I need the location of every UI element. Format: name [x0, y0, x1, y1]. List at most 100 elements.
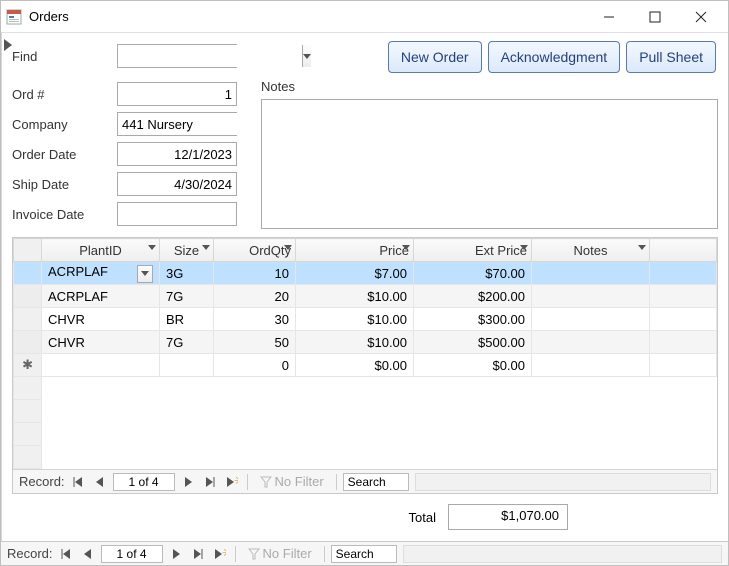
cell-notes[interactable] [532, 262, 650, 285]
cell-plantid[interactable] [42, 354, 160, 377]
col-plantid[interactable]: PlantID [42, 239, 160, 262]
order-date-input[interactable] [117, 142, 237, 166]
nav-first-button[interactable] [69, 473, 87, 491]
table-row[interactable]: ACRPLAF 3G 10 $7.00 $70.00 [14, 262, 717, 285]
total-label: Total [409, 510, 436, 525]
chevron-down-icon [638, 245, 646, 250]
ship-date-label: Ship Date [12, 177, 117, 192]
select-all-header[interactable] [14, 239, 42, 262]
nav-last-button[interactable] [189, 545, 207, 563]
cell-price[interactable]: $10.00 [296, 331, 414, 354]
nav-filter[interactable]: No Filter [254, 474, 330, 489]
row-selector[interactable] [14, 308, 42, 331]
nav-next-button[interactable] [167, 545, 185, 563]
window-title: Orders [29, 9, 69, 24]
ship-date-input[interactable] [117, 172, 237, 196]
cell-extprice[interactable]: $0.00 [414, 354, 532, 377]
filter-icon [248, 548, 260, 560]
nav-new-button[interactable]: ✳ [211, 545, 229, 563]
company-combo[interactable] [117, 112, 237, 136]
cell-notes[interactable] [532, 285, 650, 308]
nav-prev-button[interactable] [79, 545, 97, 563]
nav-new-button[interactable]: ✳ [223, 473, 241, 491]
new-row[interactable]: ✱ 0 $0.00 $0.00 [14, 354, 717, 377]
close-button[interactable] [678, 2, 724, 32]
order-lines-grid: PlantID Size OrdQty Price Ext Price Note… [12, 237, 718, 494]
row-selector[interactable] [14, 285, 42, 308]
nav-next-button[interactable] [179, 473, 197, 491]
chevron-down-icon [520, 245, 528, 250]
table-row[interactable]: ACRPLAF 7G 20 $10.00 $200.00 [14, 285, 717, 308]
find-combo[interactable] [117, 44, 237, 68]
col-notes[interactable]: Notes [532, 239, 650, 262]
cell-ordqty[interactable]: 20 [214, 285, 296, 308]
maximize-button[interactable] [632, 2, 678, 32]
acknowledgment-button[interactable]: Acknowledgment [488, 41, 621, 73]
nav-label: Record: [19, 474, 65, 489]
plantid-dropdown-button[interactable] [137, 265, 153, 283]
row-selector[interactable] [14, 262, 42, 285]
cell-extprice[interactable]: $300.00 [414, 308, 532, 331]
form-icon [5, 8, 23, 26]
notes-textarea[interactable] [261, 99, 718, 229]
col-size[interactable]: Size [160, 239, 214, 262]
cell-price[interactable]: $10.00 [296, 285, 414, 308]
nav-position[interactable] [113, 473, 175, 491]
cell-price[interactable]: $10.00 [296, 308, 414, 331]
cell-plantid[interactable]: ACRPLAF [42, 285, 160, 308]
cell-price[interactable]: $7.00 [296, 262, 414, 285]
ord-label: Ord # [12, 87, 117, 102]
minimize-button[interactable] [586, 2, 632, 32]
nav-position[interactable] [101, 545, 163, 563]
cell-notes[interactable] [532, 308, 650, 331]
col-ordqty[interactable]: OrdQty [214, 239, 296, 262]
nav-filter[interactable]: No Filter [242, 546, 318, 561]
chevron-down-icon [148, 245, 156, 250]
cell-size[interactable]: 7G [160, 331, 214, 354]
cell-price[interactable]: $0.00 [296, 354, 414, 377]
nav-prev-button[interactable] [91, 473, 109, 491]
cell-plantid[interactable]: CHVR [42, 331, 160, 354]
cell-extprice[interactable]: $500.00 [414, 331, 532, 354]
cell-extprice[interactable]: $200.00 [414, 285, 532, 308]
nav-search[interactable] [331, 545, 397, 563]
invoice-date-input[interactable] [117, 202, 237, 226]
cell-ordqty[interactable]: 0 [214, 354, 296, 377]
new-row-selector[interactable]: ✱ [14, 354, 42, 377]
nav-label: Record: [7, 546, 53, 561]
svg-text:✳: ✳ [222, 549, 226, 559]
nav-last-button[interactable] [201, 473, 219, 491]
table-row[interactable]: CHVR BR 30 $10.00 $300.00 [14, 308, 717, 331]
cell-size[interactable]: 3G [160, 262, 214, 285]
col-price[interactable]: Price [296, 239, 414, 262]
svg-text:✳: ✳ [234, 477, 238, 487]
cell-extprice[interactable]: $70.00 [414, 262, 532, 285]
chevron-down-icon [141, 271, 149, 276]
chevron-down-icon [284, 245, 292, 250]
nav-scroll-track[interactable] [415, 473, 711, 491]
cell-plantid[interactable]: ACRPLAF [42, 262, 160, 285]
invoice-date-label: Invoice Date [12, 207, 117, 222]
col-extprice[interactable]: Ext Price [414, 239, 532, 262]
nav-scroll-track[interactable] [403, 545, 722, 563]
cell-size[interactable] [160, 354, 214, 377]
cell-notes[interactable] [532, 331, 650, 354]
cell-size[interactable]: 7G [160, 285, 214, 308]
notes-label: Notes [261, 79, 718, 99]
cell-ordqty[interactable]: 30 [214, 308, 296, 331]
cell-size[interactable]: BR [160, 308, 214, 331]
cell-ordqty[interactable]: 50 [214, 331, 296, 354]
new-order-button[interactable]: New Order [388, 41, 482, 73]
table-row[interactable]: CHVR 7G 50 $10.00 $500.00 [14, 331, 717, 354]
subform-nav: Record: ✳ No Filter [13, 469, 717, 493]
cell-ordqty[interactable]: 10 [214, 262, 296, 285]
pull-sheet-button[interactable]: Pull Sheet [626, 41, 716, 73]
ord-input[interactable] [117, 82, 237, 106]
cell-notes[interactable] [532, 354, 650, 377]
nav-search[interactable] [343, 473, 409, 491]
cell-plantid[interactable]: CHVR [42, 308, 160, 331]
nav-first-button[interactable] [57, 545, 75, 563]
order-date-label: Order Date [12, 147, 117, 162]
row-selector[interactable] [14, 331, 42, 354]
find-label: Find [12, 49, 117, 64]
